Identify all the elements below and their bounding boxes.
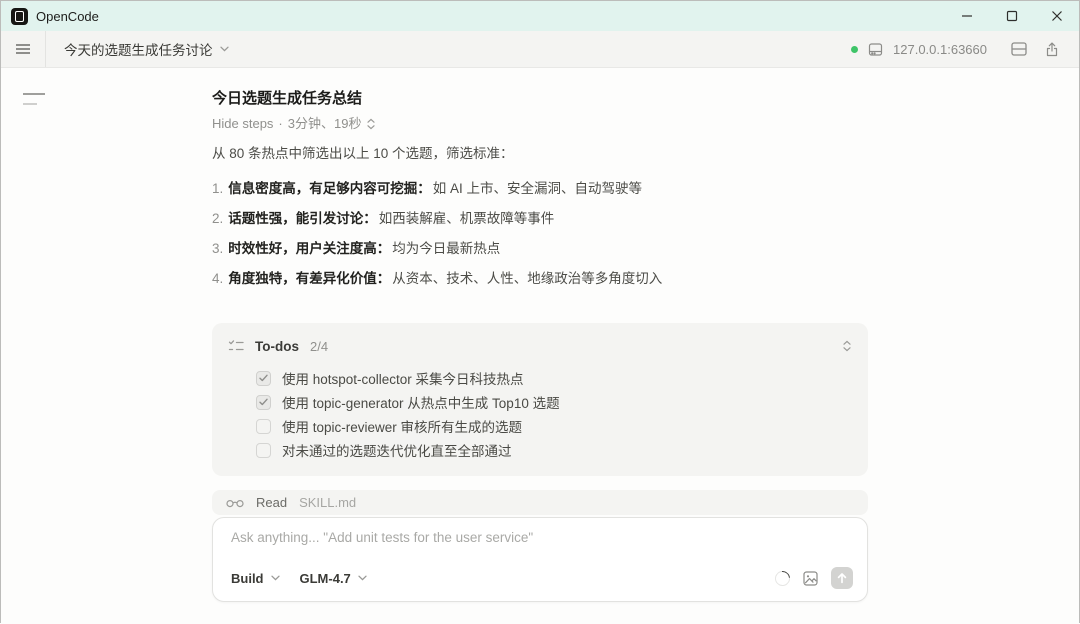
app-logo-icon (11, 8, 28, 25)
session-title: 今天的选题生成任务讨论 (64, 39, 213, 59)
composer: Build GLM-4.7 (212, 517, 868, 602)
criterion-title: 时效性好，用户关注度高： (228, 241, 390, 256)
spinner-icon (772, 567, 793, 588)
maximize-icon (1006, 10, 1018, 22)
criterion-title: 信息密度高，有足够内容可挖掘： (228, 181, 431, 196)
image-icon (803, 571, 818, 586)
todo-label: 对未通过的选题迭代优化直至全部通过 (282, 440, 512, 460)
steps-line: Hide steps · 3分钟、19秒 (212, 116, 868, 132)
close-button[interactable] (1034, 1, 1079, 31)
message-thread: 今日选题生成任务总结 Hide steps · 3分钟、19秒 从 80 条热点… (212, 68, 868, 602)
message-heading: 今日选题生成任务总结 (212, 90, 868, 108)
criterion-title: 话题性强，能引发讨论： (228, 211, 377, 226)
send-button[interactable] (831, 567, 853, 589)
criterion-detail: 如 AI 上市、安全漏洞、自动驾驶等 (433, 181, 642, 196)
check-icon (259, 398, 268, 406)
titlebar: OpenCode (1, 1, 1079, 31)
separator: · (278, 116, 282, 132)
criterion-detail: 从资本、技术、人性、地缘政治等多角度切入 (392, 271, 662, 286)
window-controls (944, 1, 1079, 31)
hamburger-icon (15, 43, 31, 55)
chevrons-up-down-icon (842, 340, 852, 352)
criterion-item: 1. 信息密度高，有足够内容可挖掘：如 AI 上市、安全漏洞、自动驾驶等 (212, 179, 868, 199)
model-picker[interactable]: GLM-4.7 (300, 571, 367, 586)
model-label: GLM-4.7 (300, 571, 351, 586)
criteria-list: 1. 信息密度高，有足够内容可挖掘：如 AI 上市、安全漏洞、自动驾驶等 2. 话题… (212, 179, 868, 289)
todo-label: 使用 topic-generator 从热点中生成 Top10 选题 (282, 392, 560, 412)
chevron-down-icon (358, 575, 367, 581)
close-icon (1051, 10, 1063, 22)
list-check-icon (228, 339, 244, 353)
todos-title: To-dos (255, 339, 299, 354)
mode-picker[interactable]: Build (231, 571, 280, 586)
criterion-title: 角度独特，有差异化价值： (228, 271, 390, 286)
outline-marker (23, 93, 45, 105)
server-status-dot (851, 46, 858, 53)
todo-label: 使用 hotspot-collector 采集今日科技热点 (282, 368, 524, 388)
toolbar-right: 127.0.0.1:63660 (851, 38, 1063, 61)
message-intro: 从 80 条热点中筛选出以上 10 个选题，筛选标准： (212, 144, 868, 164)
todos-count: 2/4 (310, 339, 328, 354)
tool-action: Read (256, 495, 287, 510)
todo-item: 对未通过的选题迭代优化直至全部通过 (256, 438, 852, 462)
criterion-detail: 如西装解雇、机票故障等事件 (379, 211, 555, 226)
criterion-number: 2. (212, 211, 223, 226)
criterion-number: 3. (212, 241, 223, 256)
minimize-icon (961, 10, 973, 22)
todo-item: 使用 hotspot-collector 采集今日科技热点 (256, 366, 852, 390)
share-icon (1045, 42, 1059, 57)
chat-input[interactable] (231, 530, 853, 545)
todo-checkbox[interactable] (256, 419, 271, 434)
tool-call-bar[interactable]: Read SKILL.md (212, 490, 868, 515)
criterion-item: 3. 时效性好，用户关注度高：均为今日最新热点 (212, 239, 868, 259)
todo-checkbox[interactable] (256, 371, 271, 386)
criterion-item: 2. 话题性强，能引发讨论：如西装解雇、机票故障等事件 (212, 209, 868, 229)
mode-label: Build (231, 571, 264, 586)
session-title-dropdown[interactable]: 今天的选题生成任务讨论 (64, 39, 229, 59)
composer-toolbar: Build GLM-4.7 (231, 567, 853, 589)
tool-target: SKILL.md (299, 495, 356, 510)
hide-steps-toggle[interactable]: Hide steps (212, 116, 273, 132)
app-window: OpenCode 今天的选题生成任务讨论 127.0.0.1:63660 (0, 0, 1080, 623)
check-icon (259, 374, 268, 382)
todo-label: 使用 topic-reviewer 审核所有生成的选题 (282, 416, 522, 436)
server-icon (868, 42, 883, 57)
criterion-item: 4. 角度独特，有差异化价值：从资本、技术、人性、地缘政治等多角度切入 (212, 269, 868, 289)
chevrons-up-down-icon (366, 118, 376, 130)
toolbar: 今天的选题生成任务讨论 127.0.0.1:63660 (1, 31, 1079, 68)
todo-item: 使用 topic-generator 从热点中生成 Top10 选题 (256, 390, 852, 414)
split-view-button[interactable] (1007, 38, 1031, 60)
arrow-up-icon (836, 572, 848, 584)
criterion-detail: 均为今日最新热点 (392, 241, 500, 256)
share-button[interactable] (1041, 38, 1063, 61)
maximize-button[interactable] (989, 1, 1034, 31)
todos-panel: To-dos 2/4 使用 hotspot-collector 采集今日科技热点… (212, 323, 868, 476)
server-address[interactable]: 127.0.0.1:63660 (893, 42, 987, 57)
todos-expand-button[interactable] (842, 340, 852, 352)
criterion-number: 4. (212, 271, 223, 286)
glasses-icon (226, 498, 244, 508)
chevron-down-icon (271, 575, 280, 581)
todo-checkbox[interactable] (256, 443, 271, 458)
duration: 3分钟、19秒 (288, 116, 362, 132)
todo-item: 使用 topic-reviewer 审核所有生成的选题 (256, 414, 852, 438)
sidebar-menu-button[interactable] (1, 31, 45, 67)
criterion-number: 1. (212, 181, 223, 196)
todos-header: To-dos 2/4 (228, 336, 852, 356)
chat-content: 今日选题生成任务总结 Hide steps · 3分钟、19秒 从 80 条热点… (1, 68, 1079, 624)
toolbar-divider (45, 31, 46, 67)
app-title: OpenCode (36, 9, 99, 24)
composer-actions (775, 567, 853, 589)
todo-checkbox[interactable] (256, 395, 271, 410)
chevron-down-icon (220, 46, 229, 52)
minimize-button[interactable] (944, 1, 989, 31)
todo-list: 使用 hotspot-collector 采集今日科技热点 使用 topic-g… (228, 366, 852, 462)
split-view-icon (1011, 42, 1027, 56)
attach-image-button[interactable] (803, 571, 818, 586)
